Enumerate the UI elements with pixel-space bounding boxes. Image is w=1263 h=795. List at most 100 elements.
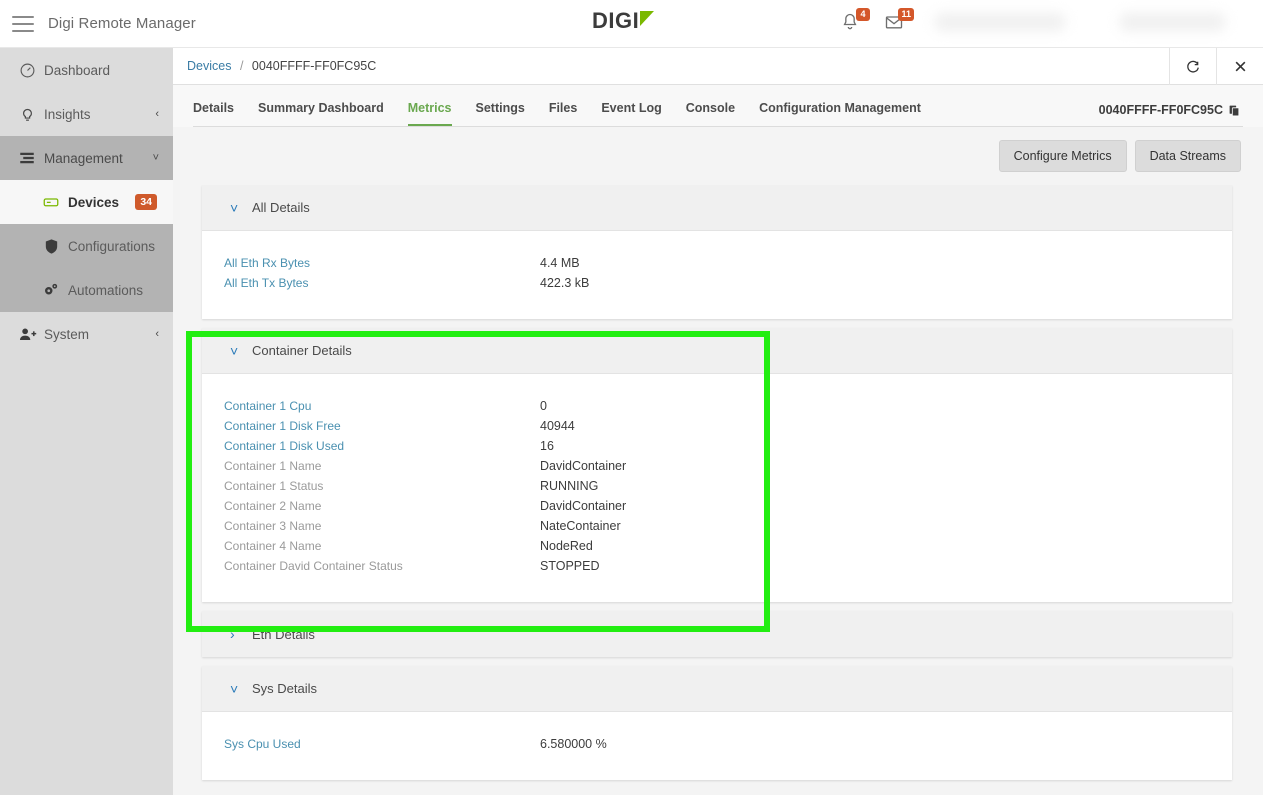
metrics-panel-list: ˅ All Details All Eth Rx Bytes 4.4 MB Al… [173, 185, 1263, 795]
metric-label[interactable]: Sys Cpu Used [202, 737, 540, 751]
chevron-down-icon: ˅ [230, 680, 239, 697]
sidebar-label: Configurations [68, 238, 156, 254]
messages-button[interactable]: 11 [884, 8, 914, 34]
tab-metrics[interactable]: Metrics [407, 101, 452, 127]
panel-all-details: ˅ All Details All Eth Rx Bytes 4.4 MB Al… [202, 185, 1232, 319]
metric-row: Container 2 Name DavidContainer [202, 496, 1232, 516]
user-add-icon [10, 325, 44, 344]
metric-row: Container 1 Name DavidContainer [202, 456, 1232, 476]
sidebar-label: Management [44, 150, 123, 166]
tab-console[interactable]: Console [686, 101, 735, 127]
tab-configuration-management[interactable]: Configuration Management [759, 101, 921, 127]
list-icon [10, 149, 44, 167]
shield-icon [34, 238, 68, 255]
panel-eth-details: › Eth Details [202, 611, 1232, 657]
panel-all-details-body: All Eth Rx Bytes 4.4 MB All Eth Tx Bytes… [202, 231, 1232, 319]
copy-icon[interactable] [1228, 104, 1241, 117]
panel-all-details-header[interactable]: ˅ All Details [202, 185, 1232, 231]
panel-container-details-header[interactable]: ˅ Container Details [202, 328, 1232, 374]
metric-row: All Eth Rx Bytes 4.4 MB [202, 253, 1232, 273]
panel-eth-details-header[interactable]: › Eth Details [202, 611, 1232, 657]
metric-value: STOPPED [540, 559, 600, 573]
panel-sys-details-header[interactable]: ˅ Sys Details [202, 666, 1232, 712]
metric-label: Container 1 Name [224, 459, 322, 473]
devices-count-badge: 34 [135, 194, 157, 210]
panel-title: All Details [252, 200, 310, 215]
app-root: Digi Remote Manager DIGI 4 11 Dashboard … [0, 0, 1263, 795]
tab-summary-dashboard[interactable]: Summary Dashboard [258, 101, 384, 127]
close-button[interactable] [1216, 48, 1263, 85]
sidebar-item-management[interactable]: Management ˅ [0, 136, 173, 180]
sidebar-item-configurations[interactable]: Configurations [0, 224, 173, 268]
metric-label[interactable]: Container 1 Disk Free [202, 419, 540, 433]
metric-row: Container 1 Disk Used 16 [202, 436, 1232, 456]
panel-title: Sys Details [252, 681, 318, 696]
sidebar-item-insights[interactable]: Insights ‹ [0, 92, 173, 136]
top-header: Digi Remote Manager DIGI 4 11 [0, 0, 1263, 48]
data-streams-button[interactable]: Data Streams [1134, 140, 1241, 172]
breadcrumb-separator: / [239, 59, 244, 73]
device-id-label: 0040FFFF-FF0FC95C [1099, 103, 1241, 117]
metric-label[interactable]: Container 1 Disk Used [202, 439, 540, 453]
breadcrumb-current: 0040FFFF-FF0FC95C [251, 59, 377, 73]
metric-label[interactable]: Container 1 Cpu [202, 399, 540, 413]
metric-value: 40944 [540, 419, 575, 433]
metric-value: NateContainer [540, 519, 621, 533]
messages-badge: 11 [898, 8, 914, 21]
sidebar-label: Automations [68, 282, 144, 298]
metric-label[interactable]: All Eth Tx Bytes [202, 276, 540, 290]
metric-row: Container 4 Name NodeRed [202, 536, 1232, 556]
panel-container-details: ˅ Container Details Container 1 Cpu 0 Co… [202, 328, 1232, 602]
lightbulb-icon [10, 106, 44, 123]
sidebar: Dashboard Insights ‹ Management ˅ Device… [0, 48, 173, 795]
metric-row: All Eth Tx Bytes 422.3 kB [202, 273, 1232, 293]
chevron-left-icon: ‹ [155, 328, 159, 340]
configure-metrics-button[interactable]: Configure Metrics [998, 140, 1127, 172]
tab-details[interactable]: Details [193, 101, 234, 127]
metric-value: NodeRed [540, 539, 593, 553]
tab-files[interactable]: Files [549, 101, 578, 127]
panel-sys-details: ˅ Sys Details Sys Cpu Used 6.580000 % [202, 666, 1232, 780]
metric-row: Container 1 Cpu 0 [202, 396, 1232, 416]
metric-row: Container 3 Name NateContainer [202, 516, 1232, 536]
device-icon [34, 193, 68, 211]
sidebar-item-automations[interactable]: Automations [0, 268, 173, 312]
notifications-button[interactable]: 4 [840, 8, 870, 34]
sidebar-item-dashboard[interactable]: Dashboard [0, 48, 173, 92]
metric-label: Container 2 Name [224, 499, 322, 513]
sidebar-label: System [44, 326, 90, 342]
breadcrumb-root-link[interactable]: Devices [187, 59, 231, 73]
metric-value: 0 [540, 399, 547, 413]
chevron-down-icon: ˅ [230, 342, 239, 359]
panel-container-details-body: Container 1 Cpu 0 Container 1 Disk Free … [202, 374, 1232, 602]
hamburger-icon[interactable] [12, 15, 34, 32]
chevron-down-icon: ˅ [152, 152, 159, 164]
header-icon-group: 4 11 [840, 8, 914, 34]
metric-row: Container 1 Status RUNNING [202, 476, 1232, 496]
tab-settings[interactable]: Settings [476, 101, 525, 127]
metric-row: Sys Cpu Used 6.580000 % [202, 734, 1232, 754]
close-icon [1235, 61, 1245, 72]
sidebar-label: Dashboard [44, 62, 111, 78]
metric-label: Container 4 Name [224, 539, 322, 553]
metric-row: Container 1 Disk Free 40944 [202, 416, 1232, 436]
metric-value: DavidContainer [540, 499, 627, 513]
tab-event-log[interactable]: Event Log [601, 101, 661, 127]
sidebar-item-system[interactable]: System ‹ [0, 312, 173, 356]
chevron-down-icon: ˅ [230, 199, 239, 216]
sidebar-item-devices[interactable]: Devices 34 [0, 180, 173, 224]
metric-value: 422.3 kB [540, 276, 590, 290]
app-title: Digi Remote Manager [48, 15, 196, 32]
refresh-button[interactable] [1169, 48, 1216, 85]
notifications-badge: 4 [856, 8, 870, 21]
sidebar-label: Devices [68, 194, 120, 210]
metric-label[interactable]: All Eth Rx Bytes [202, 256, 540, 270]
panel-title: Container Details [252, 343, 352, 358]
main-content: Devices / 0040FFFF-FF0FC95C Details Summ… [173, 48, 1263, 795]
tab-strip: Details Summary Dashboard Metrics Settin… [173, 85, 1263, 127]
logo-triangle-icon [640, 11, 655, 26]
metrics-toolbar: Configure Metrics Data Streams [173, 127, 1263, 185]
chevron-left-icon: ‹ [155, 108, 159, 120]
metric-value: 6.580000 % [540, 737, 607, 751]
sidebar-label: Insights [44, 106, 91, 122]
